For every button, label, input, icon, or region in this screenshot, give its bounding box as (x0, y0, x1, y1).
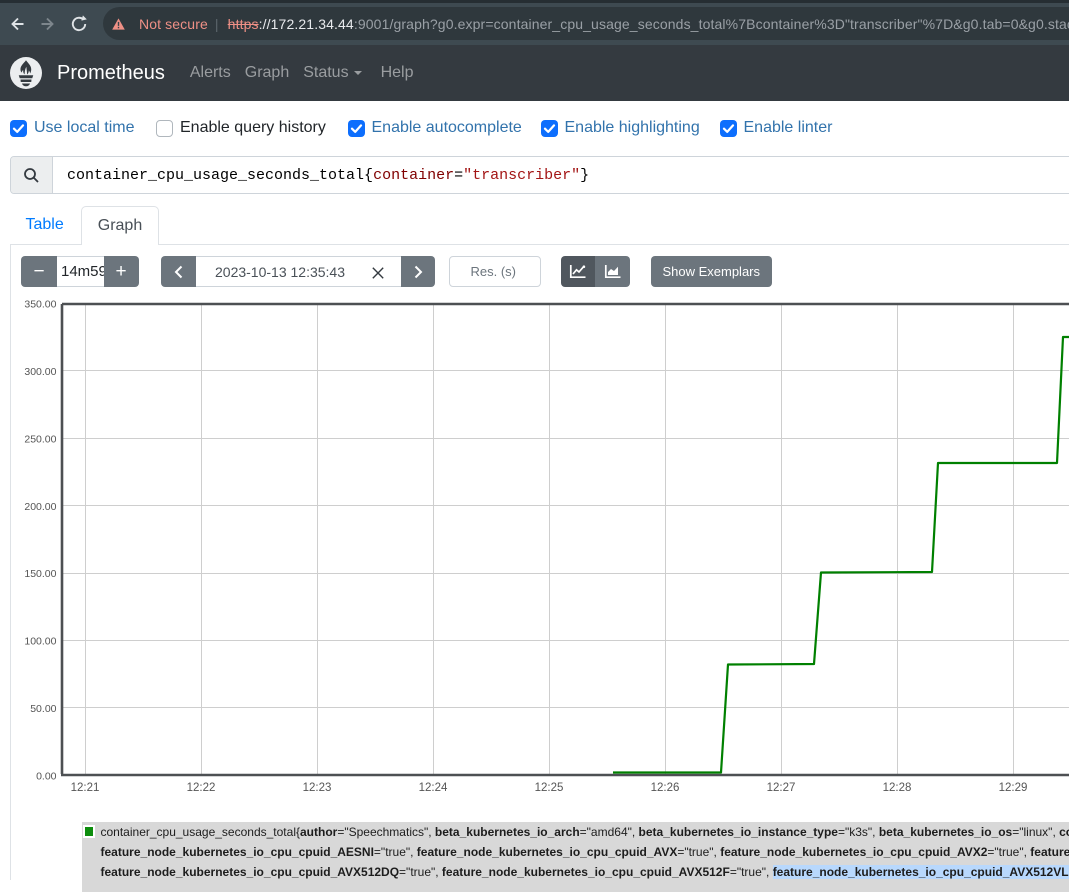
svg-text:0.00: 0.00 (36, 771, 57, 783)
svg-text:12:23: 12:23 (303, 782, 332, 794)
svg-text:12:27: 12:27 (767, 782, 796, 794)
svg-text:12:25: 12:25 (535, 782, 564, 794)
svg-text:12:21: 12:21 (71, 782, 100, 794)
svg-text:50.00: 50.00 (30, 703, 56, 715)
svg-text:12:29: 12:29 (999, 782, 1028, 794)
svg-text:12:24: 12:24 (419, 782, 448, 794)
svg-text:12:22: 12:22 (187, 782, 216, 794)
svg-text:12:28: 12:28 (883, 782, 912, 794)
svg-text:300.00: 300.00 (24, 366, 56, 378)
svg-text:350.00: 350.00 (24, 299, 56, 311)
svg-text:12:26: 12:26 (651, 782, 680, 794)
svg-text:150.00: 150.00 (24, 568, 56, 580)
svg-text:250.00: 250.00 (24, 433, 56, 445)
svg-text:100.00: 100.00 (24, 636, 56, 648)
svg-text:200.00: 200.00 (24, 501, 56, 513)
